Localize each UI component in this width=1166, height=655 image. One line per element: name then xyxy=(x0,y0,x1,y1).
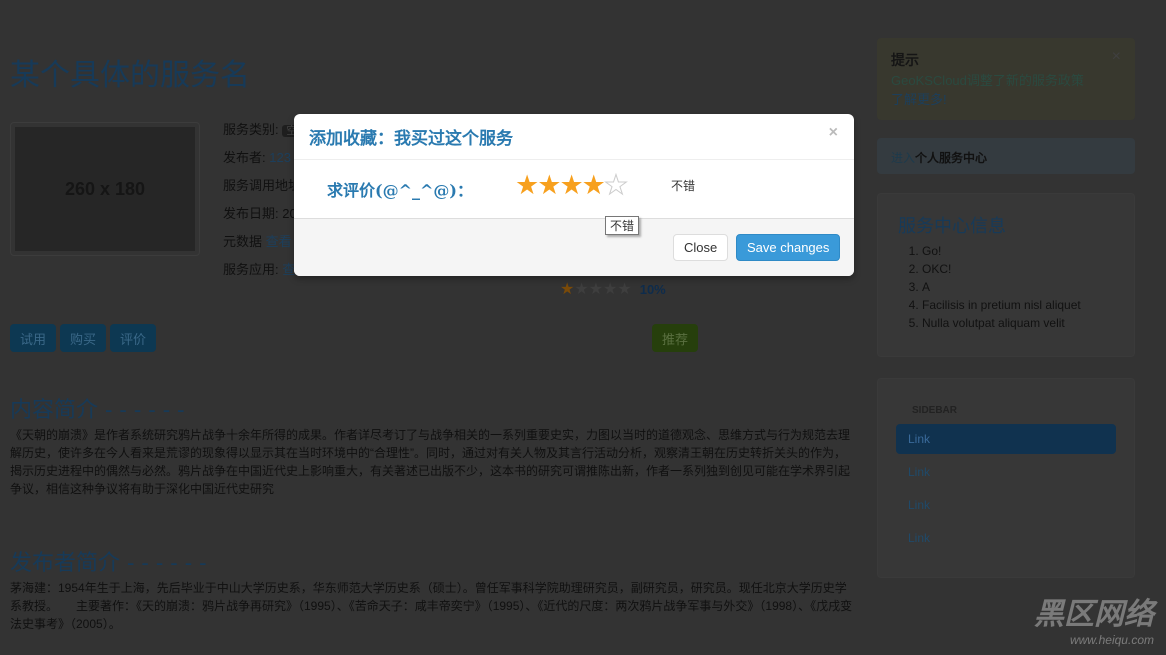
star-icon-1[interactable]: ★ xyxy=(515,170,539,200)
list-item: Go! xyxy=(922,242,1114,260)
star-icons-empty: ★★★★ xyxy=(574,281,632,298)
learn-more-link[interactable]: 了解更多! xyxy=(891,92,947,107)
service-center-link[interactable]: 进入个人服务中心 xyxy=(877,138,1135,174)
action-buttons: 试用 购买 评价 xyxy=(10,324,157,352)
recommend-button[interactable]: 推荐 xyxy=(652,324,699,352)
modal-body: 求评价(@^_^@)： ★★★★★ 不错 xyxy=(294,160,854,218)
sidebar-nav: SIDEBAR Link Link Link Link xyxy=(877,378,1135,578)
nav-link[interactable]: Link xyxy=(896,490,1116,520)
save-changes-button[interactable]: Save changes xyxy=(736,234,841,261)
watermark-url: www.heiqu.com xyxy=(1069,633,1154,647)
notice-alert: × 提示 GeoKSCloud调整了新的服务政策 了解更多! xyxy=(877,38,1135,120)
info-publisher: 发布者: 123 xyxy=(223,150,301,178)
star-icon-5[interactable]: ★ xyxy=(603,170,628,201)
metadata-link[interactable]: 查看 xyxy=(266,234,292,249)
intro-text: 《天朝的崩溃》是作者系统研究鸦片战争十余年所得的成果。作者详尽考订了与战争相关的… xyxy=(10,428,851,496)
author-heading: 发布者简介 - - - - - - xyxy=(10,551,207,576)
info-metadata: 元数据 查看 xyxy=(223,234,301,262)
star-icon-3[interactable]: ★ xyxy=(559,170,583,200)
info-app: 服务应用: 查 xyxy=(223,262,301,290)
service-info: 服务类别: 空 发布者: 123 服务调用地址 发布日期: 20 元数据 查看 … xyxy=(223,122,302,290)
info-date: 发布日期: 20 xyxy=(223,206,301,234)
service-rating: ★★★★★ 10% xyxy=(560,279,666,299)
star-icon-2[interactable]: ★ xyxy=(537,170,561,200)
review-button[interactable]: 评价 xyxy=(110,324,157,352)
service-info-panel: 服务中心信息 Go! OKC! A Facilisis in pretium n… xyxy=(877,193,1135,357)
center-label: 个人服务中心 xyxy=(915,151,988,165)
nav-link[interactable]: Link xyxy=(896,457,1116,487)
rating-hint: 不错 xyxy=(671,179,696,193)
close-button[interactable]: Close xyxy=(673,234,729,261)
info-url: 服务调用地址 xyxy=(223,178,301,206)
watermark-text: 黑区网络 xyxy=(1034,598,1154,631)
close-icon[interactable]: × xyxy=(1112,48,1121,66)
alert-text: GeoKSCloud调整了新的服务政策 xyxy=(891,73,1084,88)
nav-link[interactable]: Link xyxy=(896,523,1116,553)
info-label: 发布者: xyxy=(223,150,266,165)
star-tooltip: 不错 xyxy=(605,216,640,235)
close-icon[interactable]: × xyxy=(829,124,838,142)
modal-header: 添加收藏：我买过这个服务 × xyxy=(294,114,854,160)
list-item: Nulla volutpat aliquam velit xyxy=(922,314,1114,332)
list-item: A xyxy=(922,278,1114,296)
info-label: 元数据 xyxy=(223,234,263,249)
nav-link-active[interactable]: Link xyxy=(896,424,1116,454)
info-label: 服务类别: xyxy=(223,122,279,137)
list-item: OKC! xyxy=(922,260,1114,278)
watermark-logo: 黑区网络 www.heiqu.com xyxy=(1034,589,1154,647)
rating-label: 求评价(@^_^@)： xyxy=(327,181,473,200)
modal-title: 添加收藏：我买过这个服务 xyxy=(309,129,513,149)
star-icon-4[interactable]: ★ xyxy=(582,170,606,200)
author-text: 茅海建：1954年生于上海，先后毕业于中山大学历史系，华东师范大学历史系（硕士）… xyxy=(10,581,853,631)
thumbnail-placeholder: 260 x 180 xyxy=(15,127,195,251)
intro-heading: 内容简介 - - - - - - xyxy=(10,398,185,423)
service-thumbnail: 260 x 180 xyxy=(10,122,200,256)
page-title: 某个具体的服务名 xyxy=(10,58,250,93)
alert-title: 提示 xyxy=(891,52,919,68)
publisher-link[interactable]: 123 xyxy=(269,150,291,165)
rating-percent: 10% xyxy=(639,282,666,297)
try-button[interactable]: 试用 xyxy=(10,324,57,352)
info-label: 服务调用地址 xyxy=(223,178,302,193)
info-label: 发布日期: xyxy=(223,206,279,221)
star-rating[interactable]: ★★★★★ xyxy=(515,170,629,201)
info-category: 服务类别: 空 xyxy=(223,122,302,150)
star-icon-filled: ★ xyxy=(560,281,575,298)
center-prefix: 进入 xyxy=(891,151,916,165)
nav-header: SIDEBAR xyxy=(912,405,958,416)
list-item: Facilisis in pretium nisl aliquet xyxy=(922,296,1114,314)
panel-title: 服务中心信息 xyxy=(898,216,1006,237)
buy-button[interactable]: 购买 xyxy=(60,324,107,352)
modal-footer: Close Save changes xyxy=(294,218,854,276)
favorite-modal: 添加收藏：我买过这个服务 × 求评价(@^_^@)： ★★★★★ 不错 不错 C… xyxy=(294,114,854,276)
info-label: 服务应用: xyxy=(223,262,279,277)
